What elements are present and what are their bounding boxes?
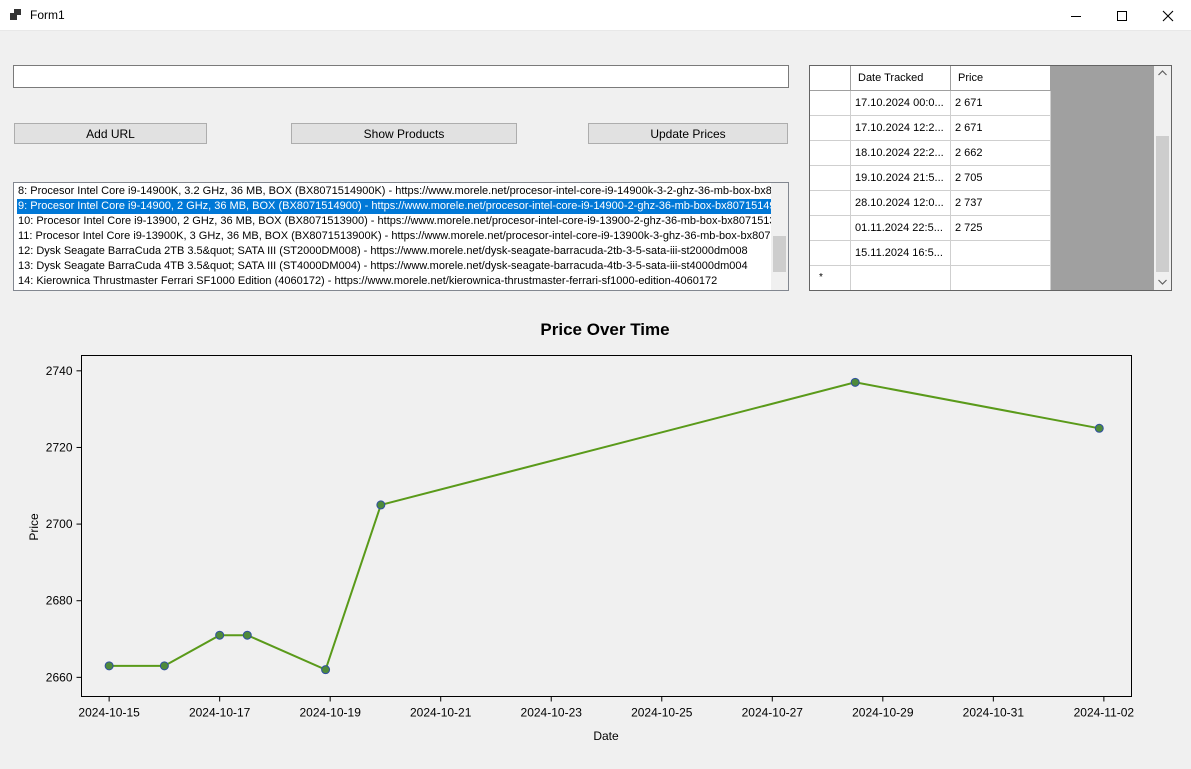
cell-date-tracked-new[interactable]: [851, 266, 951, 290]
grid-corner-header[interactable]: [810, 66, 851, 91]
close-icon: [1162, 10, 1174, 21]
scroll-up-icon[interactable]: [1158, 70, 1167, 76]
row-header[interactable]: [810, 216, 851, 241]
title-bar: Form1: [0, 0, 1191, 31]
cell-date-tracked[interactable]: 18.10.2024 22:2...: [851, 141, 951, 166]
app-icon: [10, 9, 22, 21]
column-header-date-tracked[interactable]: Date Tracked: [851, 66, 951, 91]
minimize-icon: [1071, 15, 1081, 17]
list-item[interactable]: 11: Procesor Intel Core i9-13900K, 3 GHz…: [17, 229, 771, 244]
cell-date-tracked[interactable]: 17.10.2024 12:2...: [851, 116, 951, 141]
list-item[interactable]: 13: Dysk Seagate BarraCuda 4TB 3.5&quot;…: [17, 259, 771, 274]
add-url-button[interactable]: Add URL: [14, 123, 207, 144]
x-tick-label: 2024-10-21: [410, 706, 472, 720]
column-header-price[interactable]: Price: [951, 66, 1051, 91]
cell-price[interactable]: [951, 241, 1051, 266]
list-item[interactable]: 14: Kierownica Thrustmaster Ferrari SF10…: [17, 274, 771, 289]
price-chart: Price Over Time 2660 2680 2700 2720 2740 202…: [27, 320, 1135, 743]
data-point: [1094, 423, 1104, 433]
cell-date-tracked[interactable]: 17.10.2024 00:0...: [851, 91, 951, 116]
x-tick-label: 2024-11-02: [1074, 706, 1135, 720]
x-tick-label: 2024-10-25: [631, 706, 693, 720]
y-tick-label: 2720: [46, 440, 73, 454]
product-list[interactable]: 8: Procesor Intel Core i9-14900K, 3.2 GH…: [13, 182, 789, 291]
series-line: [109, 381, 1100, 672]
list-item[interactable]: 8: Procesor Intel Core i9-14900K, 3.2 GH…: [17, 184, 771, 199]
row-header[interactable]: [810, 116, 851, 141]
cell-date-tracked[interactable]: 15.11.2024 16:5...: [851, 241, 951, 266]
price-grid[interactable]: Date Tracked Price 17.10.2024 00:0... 2 …: [809, 65, 1172, 291]
scroll-down-icon[interactable]: [1158, 279, 1167, 285]
cell-price[interactable]: 2 662: [951, 141, 1051, 166]
cell-price[interactable]: 2 671: [951, 116, 1051, 141]
cell-price[interactable]: 2 725: [951, 216, 1051, 241]
cell-price-new[interactable]: [951, 266, 1051, 290]
x-tick-label: 2024-10-23: [521, 706, 583, 720]
show-products-button[interactable]: Show Products: [291, 123, 517, 144]
cell-price[interactable]: 2 671: [951, 91, 1051, 116]
window-title: Form1: [30, 8, 65, 22]
minimize-button[interactable]: [1053, 0, 1099, 31]
maximize-button[interactable]: [1099, 0, 1145, 31]
list-item[interactable]: 10: Procesor Intel Core i9-13900, 2 GHz,…: [17, 214, 771, 229]
x-tick-label: 2024-10-27: [742, 706, 804, 720]
row-header[interactable]: [810, 91, 851, 116]
data-point: [159, 661, 169, 671]
x-tick-label: 2024-10-29: [852, 706, 914, 720]
cell-price[interactable]: 2 705: [951, 166, 1051, 191]
cell-date-tracked[interactable]: 19.10.2024 21:5...: [851, 166, 951, 191]
plot-area: [81, 355, 1132, 697]
x-tick-label: 2024-10-31: [963, 706, 1025, 720]
maximize-icon: [1117, 10, 1127, 21]
x-tick-label: 2024-10-17: [189, 706, 251, 720]
x-tick-label: 2024-10-15: [78, 706, 140, 720]
grid-scrollbar[interactable]: [1154, 66, 1171, 290]
row-header[interactable]: [810, 141, 851, 166]
x-tick-label: 2024-10-19: [299, 706, 361, 720]
list-scroll-thumb[interactable]: [773, 236, 786, 272]
data-point: [376, 500, 386, 510]
data-point: [215, 630, 225, 640]
list-item[interactable]: 12: Dysk Seagate BarraCuda 2TB 3.5&quot;…: [17, 244, 771, 259]
data-point: [850, 377, 860, 387]
list-item-selected[interactable]: 9: Procesor Intel Core i9-14900, 2 GHz, …: [17, 199, 771, 214]
data-point: [242, 630, 252, 640]
data-point: [321, 665, 331, 675]
update-prices-button[interactable]: Update Prices: [588, 123, 788, 144]
row-header[interactable]: [810, 241, 851, 266]
row-header[interactable]: [810, 166, 851, 191]
y-tick-label: 2700: [46, 517, 73, 531]
cell-date-tracked[interactable]: 01.11.2024 22:5...: [851, 216, 951, 241]
cell-date-tracked[interactable]: 28.10.2024 12:0...: [851, 191, 951, 216]
cell-price[interactable]: 2 737: [951, 191, 1051, 216]
y-tick-label: 2660: [46, 670, 73, 684]
list-scrollbar[interactable]: [771, 183, 788, 290]
close-button[interactable]: [1145, 0, 1191, 31]
row-header[interactable]: [810, 191, 851, 216]
grid-scroll-thumb[interactable]: [1156, 136, 1169, 272]
y-axis-title: Price: [27, 513, 41, 541]
x-axis-title: Date: [593, 729, 619, 743]
url-input[interactable]: [13, 65, 789, 88]
chart-title: Price Over Time: [540, 320, 669, 339]
y-tick-label: 2680: [46, 594, 73, 608]
y-tick-label: 2740: [46, 364, 73, 378]
new-row-marker[interactable]: *: [810, 266, 851, 290]
data-point: [104, 661, 114, 671]
